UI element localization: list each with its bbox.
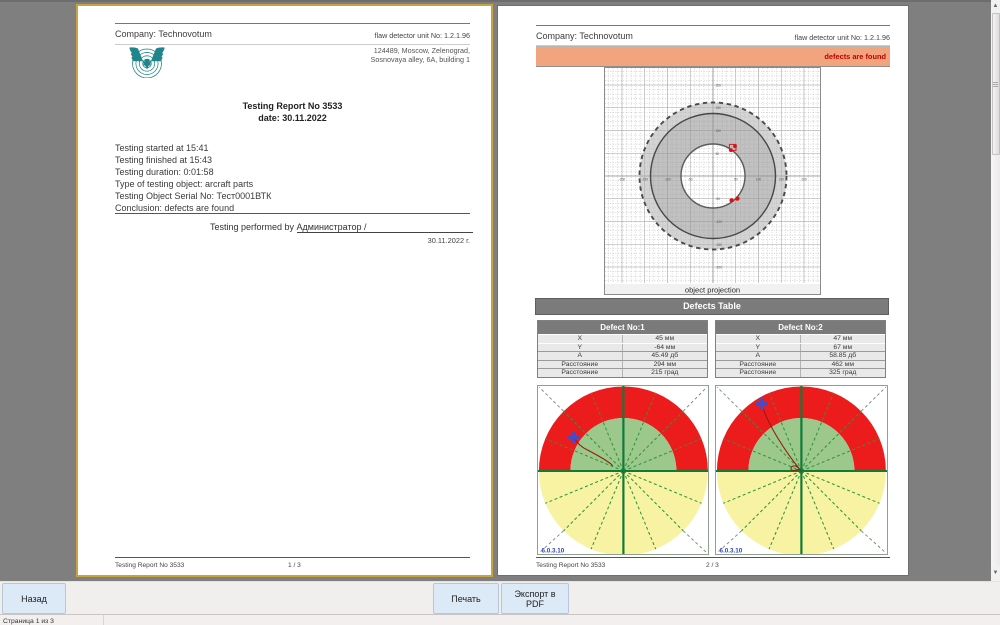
svg-text:-50: -50 xyxy=(688,178,693,182)
svg-text:6.0.3.10: 6.0.3.10 xyxy=(720,548,743,555)
svg-text:150: 150 xyxy=(716,106,722,110)
svg-text:50: 50 xyxy=(716,152,720,156)
svg-text:-150: -150 xyxy=(642,178,649,182)
svg-text:6.0.3.10: 6.0.3.10 xyxy=(542,548,565,555)
svg-text:200: 200 xyxy=(801,178,807,182)
svg-text:-200: -200 xyxy=(716,266,723,270)
svg-text:100: 100 xyxy=(756,178,762,182)
svg-text:150: 150 xyxy=(779,178,785,182)
svg-text:-100: -100 xyxy=(716,220,723,224)
svg-text:-50: -50 xyxy=(716,197,721,201)
svg-text:-200: -200 xyxy=(619,178,626,182)
svg-text:200: 200 xyxy=(716,84,722,88)
svg-text:50: 50 xyxy=(734,178,738,182)
svg-text:-100: -100 xyxy=(664,178,671,182)
svg-text:100: 100 xyxy=(716,129,722,133)
svg-text:-150: -150 xyxy=(716,243,723,247)
svg-text:object projection: object projection xyxy=(685,286,740,295)
